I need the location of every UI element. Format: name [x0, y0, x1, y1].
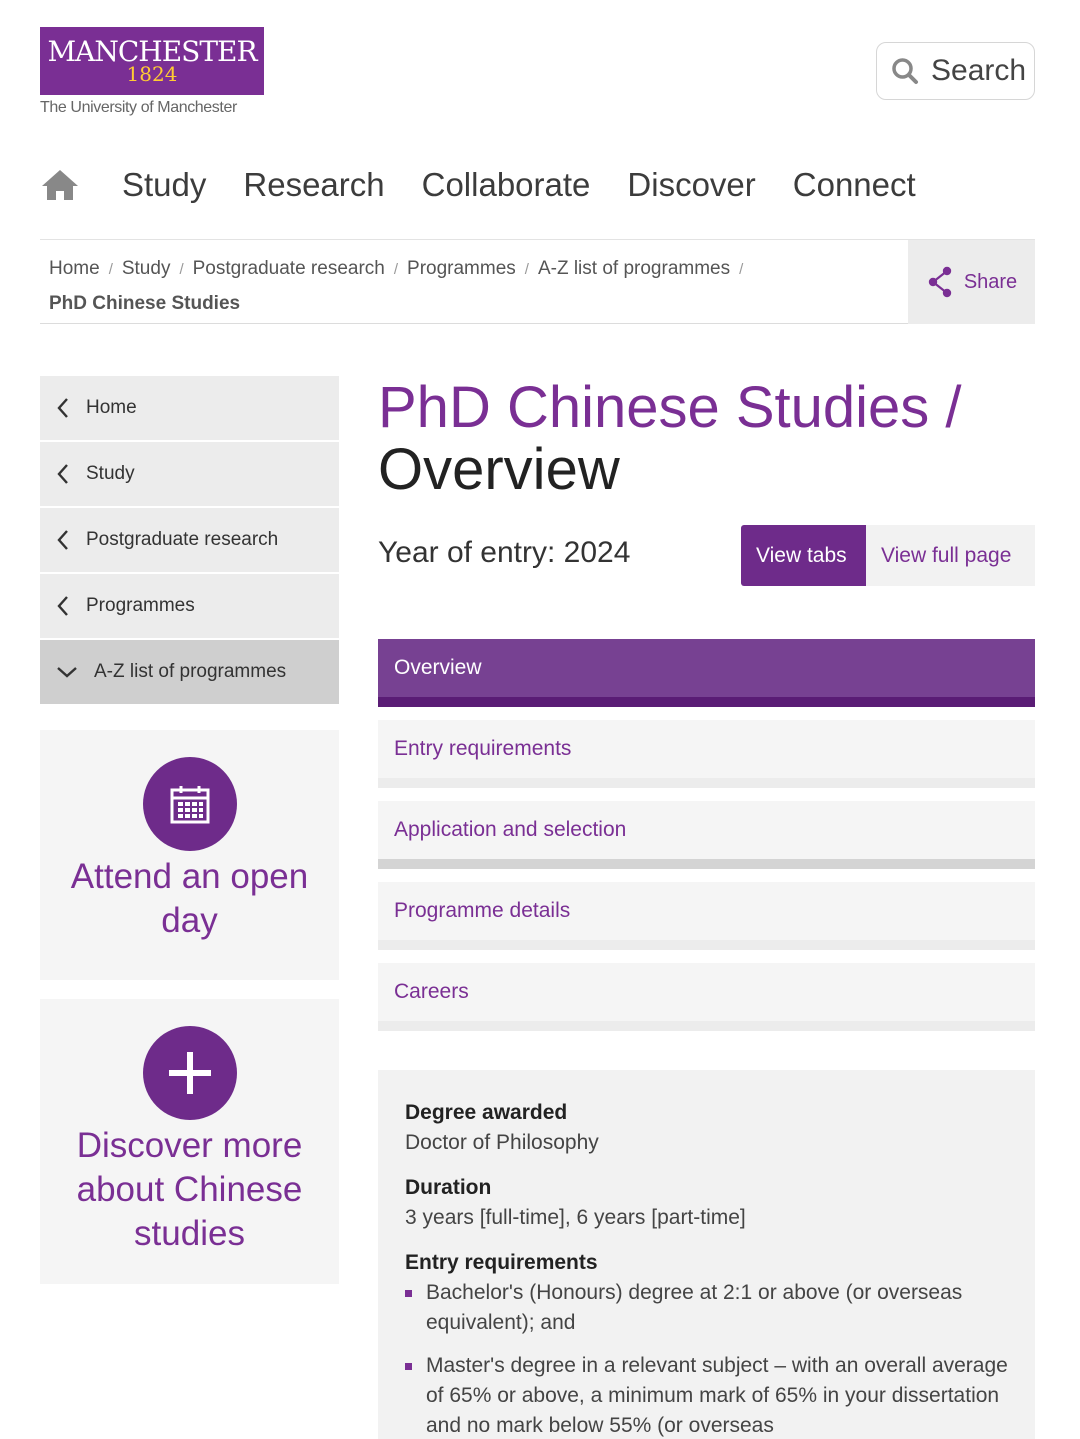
tab-overview[interactable]: Overview [378, 639, 1035, 707]
list-item: Bachelor's (Honours) degree at 2:1 or ab… [405, 1278, 1009, 1338]
chevron-left-icon [57, 464, 68, 484]
chevron-down-icon [57, 667, 77, 678]
search-icon [892, 58, 918, 84]
degree-value: Doctor of Philosophy [405, 1131, 599, 1154]
breadcrumb-separator: / [393, 261, 399, 278]
page-title-section: Overview [378, 437, 620, 502]
discover-more-link[interactable]: Discover more about Chinese studies [40, 1124, 339, 1256]
breadcrumb-current: PhD Chinese Studies [49, 293, 241, 314]
duration-heading: Duration [405, 1176, 492, 1199]
side-item-postgraduate-research[interactable]: Postgraduate research [40, 508, 339, 574]
entry-list: Bachelor's (Honours) degree at 2:1 or ab… [405, 1278, 1009, 1439]
tab-application-and-selection[interactable]: Application and selection [378, 801, 1035, 869]
side-item-label: Home [86, 397, 137, 418]
tab-entry-requirements[interactable]: Entry requirements [378, 720, 1035, 788]
side-item-programmes[interactable]: Programmes [40, 574, 339, 640]
side-item-label: Programmes [86, 595, 195, 616]
list-item: Master's degree in a relevant subject – … [405, 1351, 1009, 1439]
nav-item-study[interactable]: Study [122, 166, 206, 204]
nav-item-collaborate[interactable]: Collaborate [422, 166, 591, 204]
side-item-label: A-Z list of programmes [94, 661, 287, 682]
page-title: PhD Chinese Studies / Overview [378, 377, 1038, 501]
discover-more-card[interactable]: Discover more about Chinese studies [40, 999, 339, 1284]
breadcrumb-az-list[interactable]: A-Z list of programmes [538, 258, 730, 279]
tab-careers[interactable]: Careers [378, 963, 1035, 1031]
main-nav: Study Research Collaborate Discover Conn… [40, 160, 953, 210]
breadcrumb: Home / Study / Postgraduate research / Program… [49, 252, 899, 321]
entry-heading: Entry requirements [405, 1251, 598, 1274]
view-tabs-button[interactable]: View tabs [741, 525, 866, 586]
logo-subtitle: The University of Manchester [40, 99, 237, 116]
nav-item-discover[interactable]: Discover [627, 166, 755, 204]
share-button[interactable]: Share [908, 240, 1035, 324]
breadcrumb-bar: Home / Study / Postgraduate research / Program… [40, 239, 1035, 324]
nav-item-connect[interactable]: Connect [793, 166, 916, 204]
share-icon [928, 266, 952, 298]
chevron-left-icon [57, 398, 68, 418]
logo-box: MANCHESTER 1824 [40, 27, 264, 95]
side-item-study[interactable]: Study [40, 442, 339, 508]
key-facts: Degree awarded Doctor of Philosophy Dura… [378, 1070, 1035, 1439]
page-title-programme: PhD Chinese Studies / [378, 375, 962, 440]
university-logo[interactable]: MANCHESTER 1824 The University of Manche… [40, 27, 264, 117]
breadcrumb-programmes[interactable]: Programmes [407, 258, 516, 279]
breadcrumb-separator: / [739, 261, 744, 278]
breadcrumb-separator: / [108, 261, 113, 278]
breadcrumb-study[interactable]: Study [122, 258, 171, 279]
share-label: Share [963, 270, 1018, 293]
duration-value: 3 years [full-time], 6 years [part-time] [405, 1206, 746, 1229]
view-toggle: View tabs View full page [741, 525, 1035, 586]
plus-icon [142, 1026, 237, 1120]
open-day-link[interactable]: Attend an open day [40, 855, 339, 943]
search-label: Search [931, 54, 1027, 87]
year-of-entry: Year of entry: 2024 [378, 536, 631, 569]
calendar-icon [142, 757, 237, 851]
home-icon[interactable] [40, 165, 80, 205]
view-full-page-button[interactable]: View full page [866, 525, 1035, 586]
tab-programme-details[interactable]: Programme details [378, 882, 1035, 950]
chevron-left-icon [57, 596, 68, 616]
breadcrumb-home[interactable]: Home [49, 258, 100, 279]
search-button[interactable]: Search [876, 42, 1035, 100]
side-item-home[interactable]: Home [40, 376, 339, 442]
open-day-card[interactable]: Attend an open day [40, 730, 339, 980]
breadcrumb-separator: / [524, 261, 529, 278]
degree-heading: Degree awarded [405, 1101, 568, 1124]
side-nav: Home Study Postgraduate research Program… [40, 376, 339, 706]
side-item-label: Postgraduate research [86, 529, 279, 550]
chevron-left-icon [57, 530, 68, 550]
side-item-label: Study [86, 463, 135, 484]
nav-item-research[interactable]: Research [243, 166, 384, 204]
breadcrumb-separator: / [179, 261, 184, 278]
breadcrumb-postgraduate-research[interactable]: Postgraduate research [193, 258, 385, 279]
section-tabs: Overview Entry requirements Application … [378, 639, 1035, 1044]
side-item-az-list[interactable]: A-Z list of programmes [40, 640, 339, 706]
